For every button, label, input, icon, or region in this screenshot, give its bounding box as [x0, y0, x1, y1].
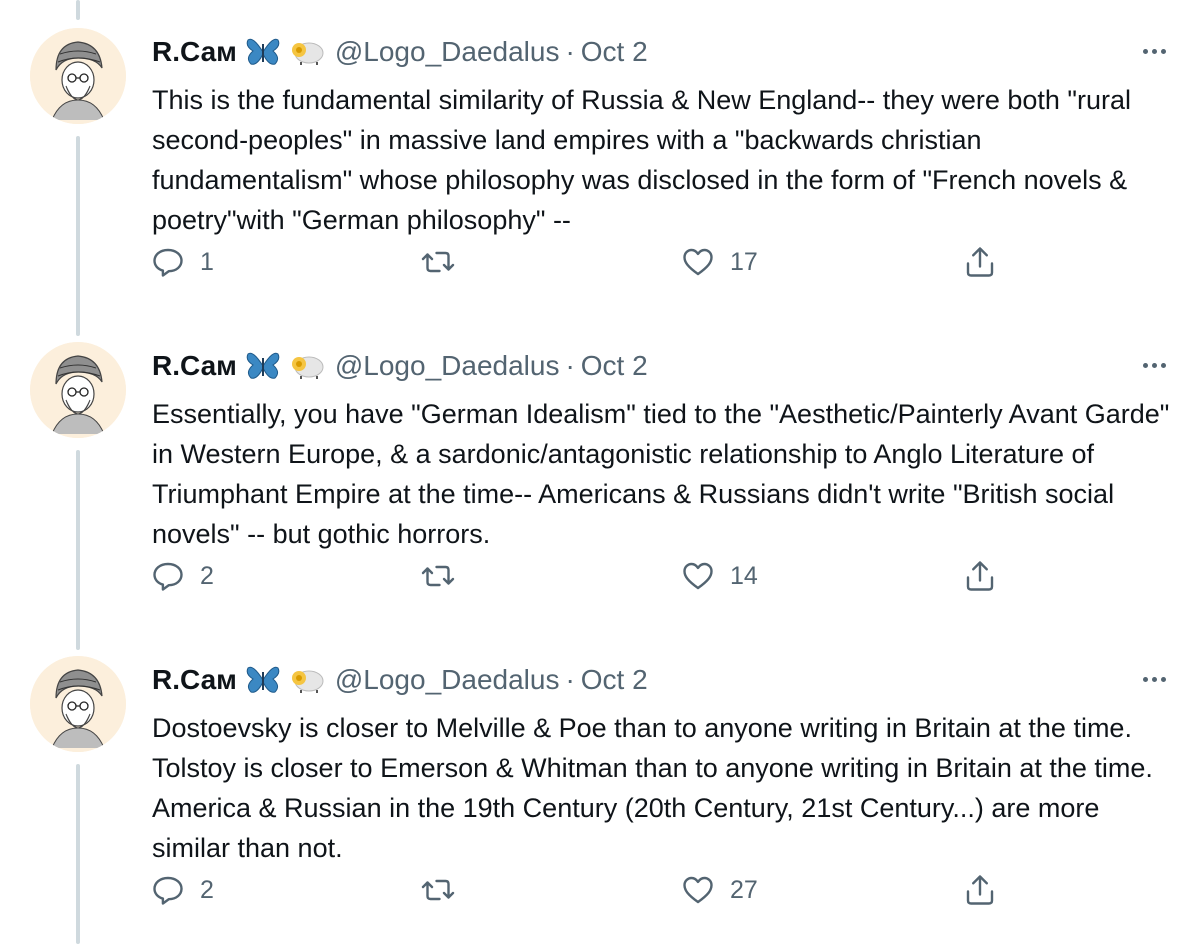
reply-icon — [153, 876, 183, 905]
butterfly-emoji — [245, 350, 281, 382]
like-icon — [683, 248, 713, 276]
tweet[interactable]: R.Сам @Logo_Daedalus · Oct 2 This is the… — [0, 0, 1196, 314]
sheep-emoji — [289, 38, 325, 66]
sheep-emoji — [289, 352, 325, 380]
tweet-text: Dostoevsky is closer to Melville & Poe t… — [152, 713, 1153, 863]
share-button[interactable] — [962, 558, 998, 594]
reply-count: 2 — [200, 875, 214, 904]
like-count: 17 — [730, 247, 758, 276]
retweet-icon — [421, 251, 455, 273]
reply-button[interactable]: 2 — [150, 558, 214, 594]
like-icon — [683, 562, 713, 590]
reply-button[interactable]: 1 — [150, 244, 214, 280]
butterfly-emoji — [245, 36, 281, 68]
more-icon[interactable] — [1134, 36, 1174, 66]
butterfly-emoji — [245, 664, 281, 696]
retweet-icon — [421, 879, 455, 901]
tweet-text: This is the fundamental similarity of Ru… — [152, 85, 1132, 235]
avatar-portrait-icon — [30, 342, 126, 438]
tweet-actions: 2 27 — [150, 872, 1010, 912]
author-name[interactable]: R.Сам — [152, 36, 237, 68]
more-icon[interactable] — [1134, 664, 1174, 694]
tweet-header: R.Сам @Logo_Daedalus · Oct 2 — [152, 346, 648, 386]
share-icon — [966, 247, 994, 277]
like-count: 27 — [730, 875, 758, 904]
like-icon — [683, 876, 713, 904]
sheep-emoji — [289, 666, 325, 694]
like-button[interactable]: 14 — [680, 558, 758, 594]
separator-dot: · — [565, 350, 575, 381]
tweet-date[interactable]: Oct 2 — [581, 350, 648, 382]
retweet-button[interactable] — [420, 244, 470, 280]
avatar-portrait-icon — [30, 656, 126, 752]
reply-button[interactable]: 2 — [150, 872, 214, 908]
author-handle[interactable]: @Logo_Daedalus — [335, 664, 560, 696]
tweet-actions: 1 17 — [150, 244, 1010, 284]
reply-count: 2 — [200, 561, 214, 590]
retweet-icon — [421, 565, 455, 587]
tweet-date[interactable]: Oct 2 — [581, 664, 648, 696]
retweet-button[interactable] — [420, 872, 470, 908]
like-count: 14 — [730, 561, 758, 590]
author-name[interactable]: R.Сам — [152, 664, 237, 696]
retweet-button[interactable] — [420, 558, 470, 594]
like-button[interactable]: 17 — [680, 244, 758, 280]
tweet-date[interactable]: Oct 2 — [581, 36, 648, 68]
tweet[interactable]: R.Сам @Logo_Daedalus · Oct 2 Essentially… — [0, 314, 1196, 628]
tweet-header: R.Сам @Logo_Daedalus · Oct 2 — [152, 660, 648, 700]
share-icon — [966, 875, 994, 905]
more-icon[interactable] — [1134, 350, 1174, 380]
share-button[interactable] — [962, 244, 998, 280]
tweet-text: Essentially, you have "German Idealism" … — [152, 399, 1170, 549]
tweet[interactable]: R.Сам @Logo_Daedalus · Oct 2 Dostoevsky … — [0, 628, 1196, 942]
tweet-header: R.Сам @Logo_Daedalus · Oct 2 — [152, 32, 648, 72]
share-button[interactable] — [962, 872, 998, 908]
avatar[interactable] — [30, 28, 126, 124]
avatar[interactable] — [30, 342, 126, 438]
reply-icon — [153, 248, 183, 277]
author-name[interactable]: R.Сам — [152, 350, 237, 382]
share-icon — [966, 561, 994, 591]
author-handle[interactable]: @Logo_Daedalus — [335, 36, 560, 68]
author-handle[interactable]: @Logo_Daedalus — [335, 350, 560, 382]
separator-dot: · — [565, 36, 575, 67]
like-button[interactable]: 27 — [680, 872, 758, 908]
avatar[interactable] — [30, 656, 126, 752]
tweet-actions: 2 14 — [150, 558, 1010, 598]
separator-dot: · — [565, 664, 575, 695]
reply-icon — [153, 562, 183, 591]
avatar-portrait-icon — [30, 28, 126, 124]
reply-count: 1 — [200, 247, 214, 276]
